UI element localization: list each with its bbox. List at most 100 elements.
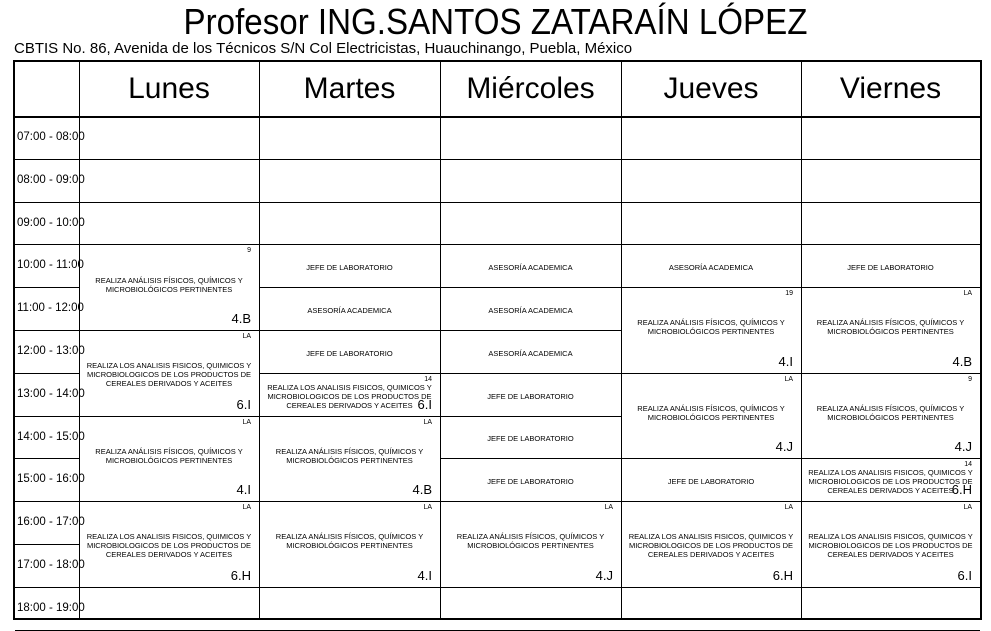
empty-cell-divider bbox=[801, 244, 980, 246]
class-block[interactable]: REALIZA ANÁLISIS FÍSICOS, QUÍMICOS Y MIC… bbox=[621, 287, 801, 374]
class-block[interactable]: REALIZA ANÁLISIS FÍSICOS, QUÍMICOS Y MIC… bbox=[440, 501, 621, 588]
empty-cell-divider bbox=[440, 201, 621, 203]
class-block[interactable]: REALIZA ANÁLISIS FÍSICOS, QUÍMICOS Y MIC… bbox=[801, 287, 980, 374]
group-code: 4.I bbox=[417, 567, 432, 583]
empty-cell-divider bbox=[79, 629, 259, 631]
room-code: 14 bbox=[424, 375, 432, 383]
group-code: 6.I bbox=[957, 567, 972, 583]
class-block[interactable]: REALIZA LOS ANALISIS FISICOS, QUIMICOS Y… bbox=[79, 501, 259, 588]
time-slot-label: 07:00 - 08:00 bbox=[17, 131, 85, 143]
time-slot-label: 16:00 - 17:00 bbox=[17, 516, 85, 529]
room-code: 9 bbox=[247, 247, 251, 255]
time-slot-label: 15:00 - 16:00 bbox=[17, 473, 85, 486]
room-code: LA bbox=[604, 504, 613, 512]
group-code: 4.J bbox=[775, 439, 793, 455]
class-block[interactable]: JEFE DE LABORATORIO bbox=[259, 244, 440, 289]
class-block[interactable]: JEFE DE LABORATORIO bbox=[621, 458, 801, 503]
block-divider bbox=[801, 586, 980, 588]
class-block[interactable]: REALIZA LOS ANALISIS FISICOS, QUIMICOS Y… bbox=[79, 330, 259, 417]
class-block[interactable]: ASESORÍA ACADEMICA bbox=[621, 244, 801, 289]
block-divider bbox=[621, 586, 801, 588]
school-address: CBTIS No. 86, Avenida de los Técnicos S/… bbox=[14, 40, 633, 57]
room-code: LA bbox=[242, 418, 251, 426]
empty-cell-divider bbox=[259, 201, 440, 203]
class-block[interactable]: REALIZA ANÁLISIS FÍSICOS, QUÍMICOS Y MIC… bbox=[259, 416, 440, 503]
empty-cell-divider bbox=[801, 201, 980, 203]
class-block[interactable]: JEFE DE LABORATORIO bbox=[259, 330, 440, 374]
time-slot-label: 11:00 - 12:00 bbox=[17, 302, 84, 315]
class-block[interactable]: JEFE DE LABORATORIO bbox=[440, 373, 621, 417]
room-code: LA bbox=[423, 418, 432, 426]
activity-label: REALIZA ANÁLISIS FÍSICOS, QUÍMICOS Y MIC… bbox=[95, 275, 243, 294]
row-divider bbox=[15, 629, 79, 631]
group-code: 4.I bbox=[778, 353, 793, 369]
activity-label: REALIZA ANÁLISIS FÍSICOS, QUÍMICOS Y MIC… bbox=[816, 318, 965, 337]
class-block[interactable]: REALIZA LOS ANALISIS FISICOS, QUIMICOS Y… bbox=[801, 501, 980, 588]
activity-label: REALIZA ANÁLISIS FÍSICOS, QUÍMICOS Y MIC… bbox=[275, 532, 424, 551]
room-code: 9 bbox=[968, 375, 972, 383]
activity-label: REALIZA LOS ANALISIS FISICOS, QUIMICOS Y… bbox=[86, 532, 252, 560]
class-block[interactable]: ASESORÍA ACADEMICA bbox=[440, 330, 621, 374]
block-divider bbox=[79, 586, 259, 588]
time-slot-label: 18:00 - 19:00 bbox=[17, 601, 85, 614]
empty-cell-divider bbox=[621, 158, 801, 160]
activity-label: REALIZA ANÁLISIS FÍSICOS, QUÍMICOS Y MIC… bbox=[275, 446, 424, 465]
class-block[interactable]: REALIZA LOS ANALISIS FISICOS, QUIMICOS Y… bbox=[259, 373, 440, 417]
activity-label: REALIZA LOS ANALISIS FISICOS, QUIMICOS Y… bbox=[808, 468, 973, 496]
group-code: 6.H bbox=[230, 567, 251, 583]
empty-cell-divider bbox=[259, 158, 440, 160]
time-slot-label: 14:00 - 15:00 bbox=[17, 430, 85, 443]
block-divider bbox=[440, 586, 621, 588]
class-block[interactable]: ASESORÍA ACADEMICA bbox=[259, 287, 440, 331]
activity-label: REALIZA ANÁLISIS FÍSICOS, QUÍMICOS Y MIC… bbox=[95, 446, 243, 465]
activity-label: REALIZA LOS ANALISIS FISICOS, QUIMICOS Y… bbox=[86, 361, 252, 389]
class-block[interactable]: ASESORÍA ACADEMICA bbox=[440, 287, 621, 331]
empty-cell-divider bbox=[79, 201, 259, 203]
empty-cell-divider bbox=[259, 244, 440, 246]
empty-cell-divider bbox=[440, 629, 621, 631]
group-code: 6.I bbox=[417, 396, 432, 412]
class-block[interactable]: REALIZA ANÁLISIS FÍSICOS, QUÍMICOS Y MIC… bbox=[801, 373, 980, 460]
room-code: LA bbox=[242, 504, 251, 512]
room-code: LA bbox=[242, 333, 251, 340]
group-code: 4.J bbox=[954, 439, 972, 455]
activity-label: JEFE DE LABORATORIO bbox=[487, 434, 574, 444]
group-code: 4.B bbox=[231, 310, 251, 326]
group-code: 6.I bbox=[236, 396, 251, 412]
empty-cell-divider bbox=[621, 201, 801, 203]
schedule-grid: Lunes Martes Miércoles Jueves Viernes 07:00 -… bbox=[13, 60, 982, 631]
day-header-1: Martes bbox=[303, 72, 396, 105]
class-block[interactable]: JEFE DE LABORATORIO bbox=[440, 416, 621, 460]
class-block[interactable]: REALIZA ANÁLISIS FÍSICOS, QUÍMICOS Y MIC… bbox=[79, 416, 259, 503]
activity-label: REALIZA ANÁLISIS FÍSICOS, QUÍMICOS Y MIC… bbox=[456, 532, 605, 551]
day-header-0: Lunes bbox=[128, 72, 210, 105]
activity-label: JEFE DE LABORATORIO bbox=[667, 477, 755, 487]
empty-cell-divider bbox=[79, 158, 259, 160]
empty-cell-divider bbox=[79, 244, 259, 246]
time-slot-label: 09:00 - 10:00 bbox=[17, 216, 85, 229]
class-block[interactable]: REALIZA ANÁLISIS FÍSICOS, QUÍMICOS Y MIC… bbox=[259, 501, 440, 588]
block-divider bbox=[259, 586, 440, 588]
group-code: 4.J bbox=[595, 567, 613, 583]
activity-label: ASESORÍA ACADEMICA bbox=[488, 306, 573, 316]
activity-label: ASESORÍA ACADEMICA bbox=[307, 306, 392, 316]
class-block[interactable]: REALIZA LOS ANALISIS FISICOS, QUIMICOS Y… bbox=[621, 501, 801, 588]
class-block[interactable]: JEFE DE LABORATORIO bbox=[801, 244, 980, 289]
class-block[interactable]: ASESORÍA ACADEMICA bbox=[440, 244, 621, 289]
group-code: 4.B bbox=[952, 353, 972, 369]
class-block[interactable]: JEFE DE LABORATORIO bbox=[440, 458, 621, 503]
group-code: 6.H bbox=[951, 482, 972, 498]
group-code: 4.B bbox=[412, 482, 432, 498]
class-block[interactable]: REALIZA ANÁLISIS FÍSICOS, QUÍMICOS Y MIC… bbox=[621, 373, 801, 460]
empty-cell-divider bbox=[440, 158, 621, 160]
room-code: 19 bbox=[785, 290, 793, 298]
empty-cell-divider bbox=[621, 629, 801, 631]
class-block[interactable]: REALIZA ANÁLISIS FÍSICOS, QUÍMICOS Y MIC… bbox=[79, 244, 259, 331]
time-slot-label: 12:00 - 13:00 bbox=[17, 345, 85, 357]
room-code: LA bbox=[784, 375, 793, 383]
room-code: LA bbox=[963, 504, 972, 512]
group-code: 6.H bbox=[772, 567, 793, 583]
group-code: 4.I bbox=[236, 482, 251, 498]
empty-cell-divider bbox=[440, 244, 621, 246]
class-block[interactable]: REALIZA LOS ANALISIS FISICOS, QUIMICOS Y… bbox=[801, 458, 980, 503]
